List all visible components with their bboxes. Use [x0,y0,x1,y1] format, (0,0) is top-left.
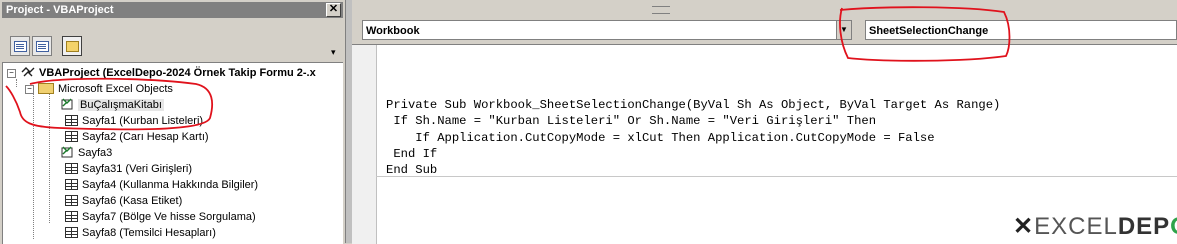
tree-item-label: Sayfa6 (Kasa Etiket) [82,195,183,207]
scroll-arrow-icon[interactable]: ▾ [331,46,339,58]
object-combo-value: Workbook [366,25,420,37]
code-line: If Application.CutCopyMode = xlCut Then … [386,130,935,145]
close-icon[interactable]: ✕ [326,3,341,17]
sheet-icon [65,226,78,238]
object-combo[interactable]: Workbook ▼ [362,20,852,40]
tree-item-label: Sayfa8 (Temsilci Hesapları) [82,227,216,239]
sheet-icon [65,210,78,222]
tree-item-label: Sayfa7 (Bölge Ve hisse Sorgulama) [82,211,256,223]
sheet-icon [65,162,78,174]
tree-item[interactable]: Sayfa1 (Kurban Listeleri) [65,113,203,129]
tree-item-label: Sayfa3 [78,147,113,159]
code-window: Workbook ▼ SheetSelectionChange Private … [352,0,1177,244]
tree-item[interactable]: Sayfa2 (Carı Hesap Kartı) [65,129,209,145]
tree-item[interactable]: BuÇalışmaKitabı [61,97,164,113]
tree-item-label: Sayfa1 (Kurban Listeleri) [82,115,204,127]
tree-item[interactable]: Sayfa4 (Kullanma Hakkında Bilgiler) [65,177,258,193]
procedure-combo-value: SheetSelectionChange [869,25,989,37]
sheet-icon [65,130,78,142]
split-grip[interactable] [652,6,670,14]
project-explorer-titlebar: Project - VBAProject ✕ [2,2,343,18]
view-object-icon [36,41,49,52]
view-code-icon [14,41,27,52]
tree-folder-excel-objects[interactable]: − Microsoft Excel Objects [25,81,173,97]
tree-root-label: VBAProject (ExcelDepo-2024 Örnek Takip F… [39,67,316,79]
tree-item-label: Sayfa31 (Veri Girişleri) [82,163,193,175]
tree-item[interactable]: Sayfa3 [61,145,112,161]
code-line: End Sub [386,163,438,178]
tree-item-label: Sayfa2 (Carı Hesap Kartı) [82,131,209,143]
code-line: End If [386,146,438,161]
sheet-icon [65,194,78,206]
workbook-icon [61,146,74,158]
logo-text-dep: DEP [1117,213,1171,240]
sheet-icon [65,178,78,190]
view-object-button[interactable] [32,36,52,56]
logo-text-o: O [1170,213,1177,240]
tree-item[interactable]: Sayfa6 (Kasa Etiket) [65,193,182,209]
logo-text-excel: EXCEL [1034,213,1118,240]
collapse-icon[interactable]: − [25,85,34,94]
code-line: Private Sub Workbook_SheetSelectionChang… [386,98,1001,112]
toggle-folders-button[interactable] [62,36,82,56]
dropdown-arrow-icon[interactable]: ▼ [836,21,851,39]
sheet-icon [65,114,78,126]
tree-root-vbaproject[interactable]: − VBAProject (ExcelDepo-2024 Örnek Takip… [7,65,316,81]
toggle-folders-icon [66,41,79,52]
procedure-combo[interactable]: SheetSelectionChange [865,20,1177,40]
folder-icon [38,82,54,94]
project-explorer-title: Project - VBAProject [6,4,114,16]
project-tree: − VBAProject (ExcelDepo-2024 Örnek Takip… [2,62,343,244]
tree-item[interactable]: Sayfa31 (Veri Girişleri) [65,161,192,177]
tree-folder-label: Microsoft Excel Objects [58,83,173,95]
code-line: If Sh.Name = "Kurban Listeleri" Or Sh.Na… [386,114,877,129]
project-explorer-pane: Project - VBAProject ✕ ▾ − VBAProject (E… [0,0,345,244]
workbook-icon [61,98,74,110]
exceldepo-logo: ✕EXCELDEPO [1013,214,1177,240]
code-text[interactable]: Private Sub Workbook_SheetSelectionChang… [386,97,1000,178]
vba-project-icon [21,66,35,78]
view-code-button[interactable] [10,36,30,56]
logo-mark-icon: ✕ [1013,213,1035,240]
tree-item[interactable]: Sayfa8 (Temsilci Hesapları) [65,225,216,241]
collapse-icon[interactable]: − [7,69,16,78]
tree-item-label: Sayfa4 (Kullanma Hakkında Bilgiler) [82,179,259,191]
code-margin [352,45,377,244]
tree-item[interactable]: Sayfa7 (Bölge Ve hisse Sorgulama) [65,209,256,225]
project-explorer-toolbar: ▾ [2,20,343,58]
tree-item-label: BuÇalışmaKitabı [78,99,164,111]
